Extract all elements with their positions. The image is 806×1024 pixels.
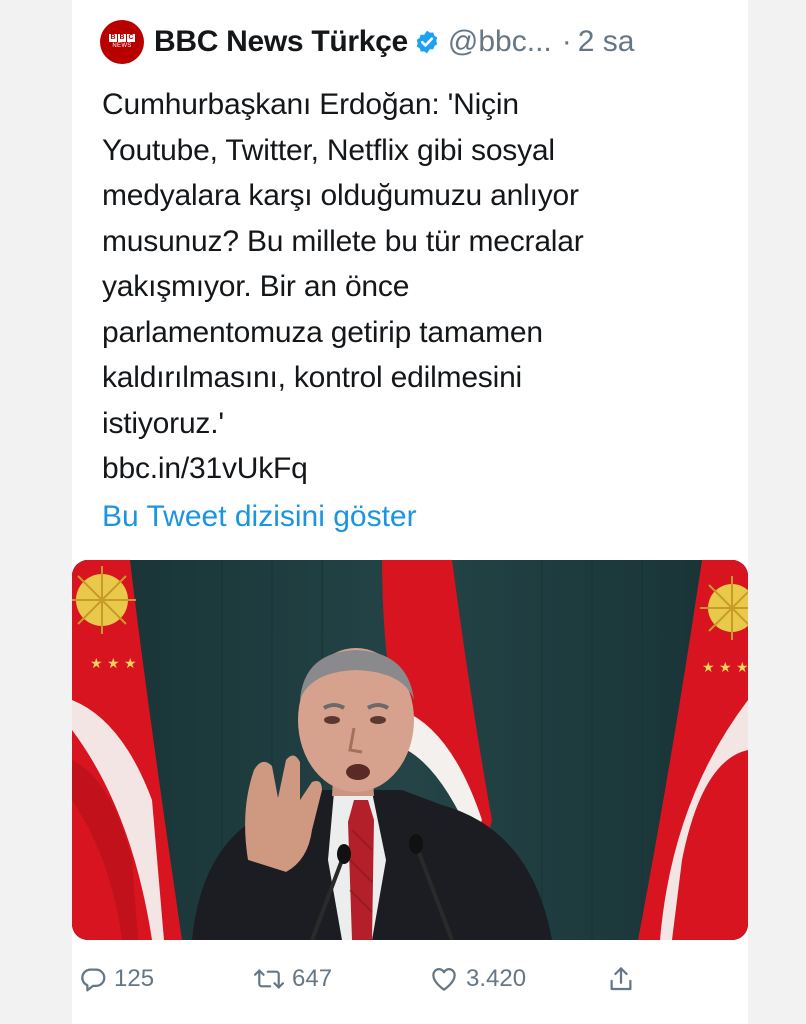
tweet-header: BBC NEWS BBC News Türkçe @bbc... · 2 sa (100, 20, 634, 64)
verified-badge-icon (416, 30, 438, 54)
retweet-icon (253, 969, 285, 989)
like-button[interactable]: 3.420 (428, 954, 526, 1004)
share-button[interactable] (606, 954, 642, 1004)
tweet-text-line: Cumhurbaşkanı Erdoğan: 'Niçin (102, 88, 519, 121)
reply-button[interactable]: 125 (78, 954, 154, 1004)
tweet-media-photo[interactable]: ★ ★ ★ ★ ★ ★ (72, 560, 748, 940)
like-count: 3.420 (466, 965, 527, 992)
avatar-news-label: NEWS (112, 43, 132, 49)
tweet-text-line: parlamentomuza getirip tamamen (102, 315, 543, 349)
tweet-text-line: istiyoruz.' (102, 406, 224, 440)
svg-text:★ ★ ★: ★ ★ ★ (702, 660, 748, 676)
user-handle[interactable]: @bbc... (448, 25, 552, 59)
separator-dot: · (561, 25, 572, 58)
tweet-text-line: musunuz? Bu millete bu tür mecralar (102, 224, 584, 258)
tweet-text-line: Youtube, Twitter, Netflix gibi sosyal (102, 133, 555, 167)
heart-icon (432, 968, 456, 991)
display-name[interactable]: BBC News Türkçe (154, 25, 408, 59)
tweet-actions: 125 647 3.420 (72, 954, 748, 1004)
tweet-card[interactable]: BBC NEWS BBC News Türkçe @bbc... · 2 sa … (72, 0, 748, 1024)
share-icon (610, 967, 632, 991)
tweet-text-line: yakışmıyor. Bir an önce (102, 270, 410, 303)
tweet-text-line: kaldırılmasını, kontrol edilmesini (102, 361, 523, 394)
bbc-logo: BBC (109, 34, 135, 42)
tweet-timestamp[interactable]: 2 sa (578, 25, 635, 59)
tweet-text-line: medyalara karşı olduğumuzu anlıyor (102, 179, 579, 212)
retweet-count: 647 (292, 965, 333, 992)
reply-icon (81, 968, 106, 992)
press-conference-photo: ★ ★ ★ ★ ★ ★ (72, 560, 748, 940)
show-thread-link[interactable]: Bu Tweet dizisini göster (102, 494, 417, 539)
retweet-button[interactable]: 647 (252, 954, 332, 1004)
svg-text:★ ★ ★: ★ ★ ★ (90, 656, 137, 672)
avatar[interactable]: BBC NEWS (100, 20, 144, 64)
tweet-short-link[interactable]: bbc.in/31vUkFq (102, 446, 742, 492)
tweet-text: Cumhurbaşkanı Erdoğan: 'Niçin Youtube, T… (102, 82, 742, 492)
reply-count: 125 (114, 965, 155, 992)
